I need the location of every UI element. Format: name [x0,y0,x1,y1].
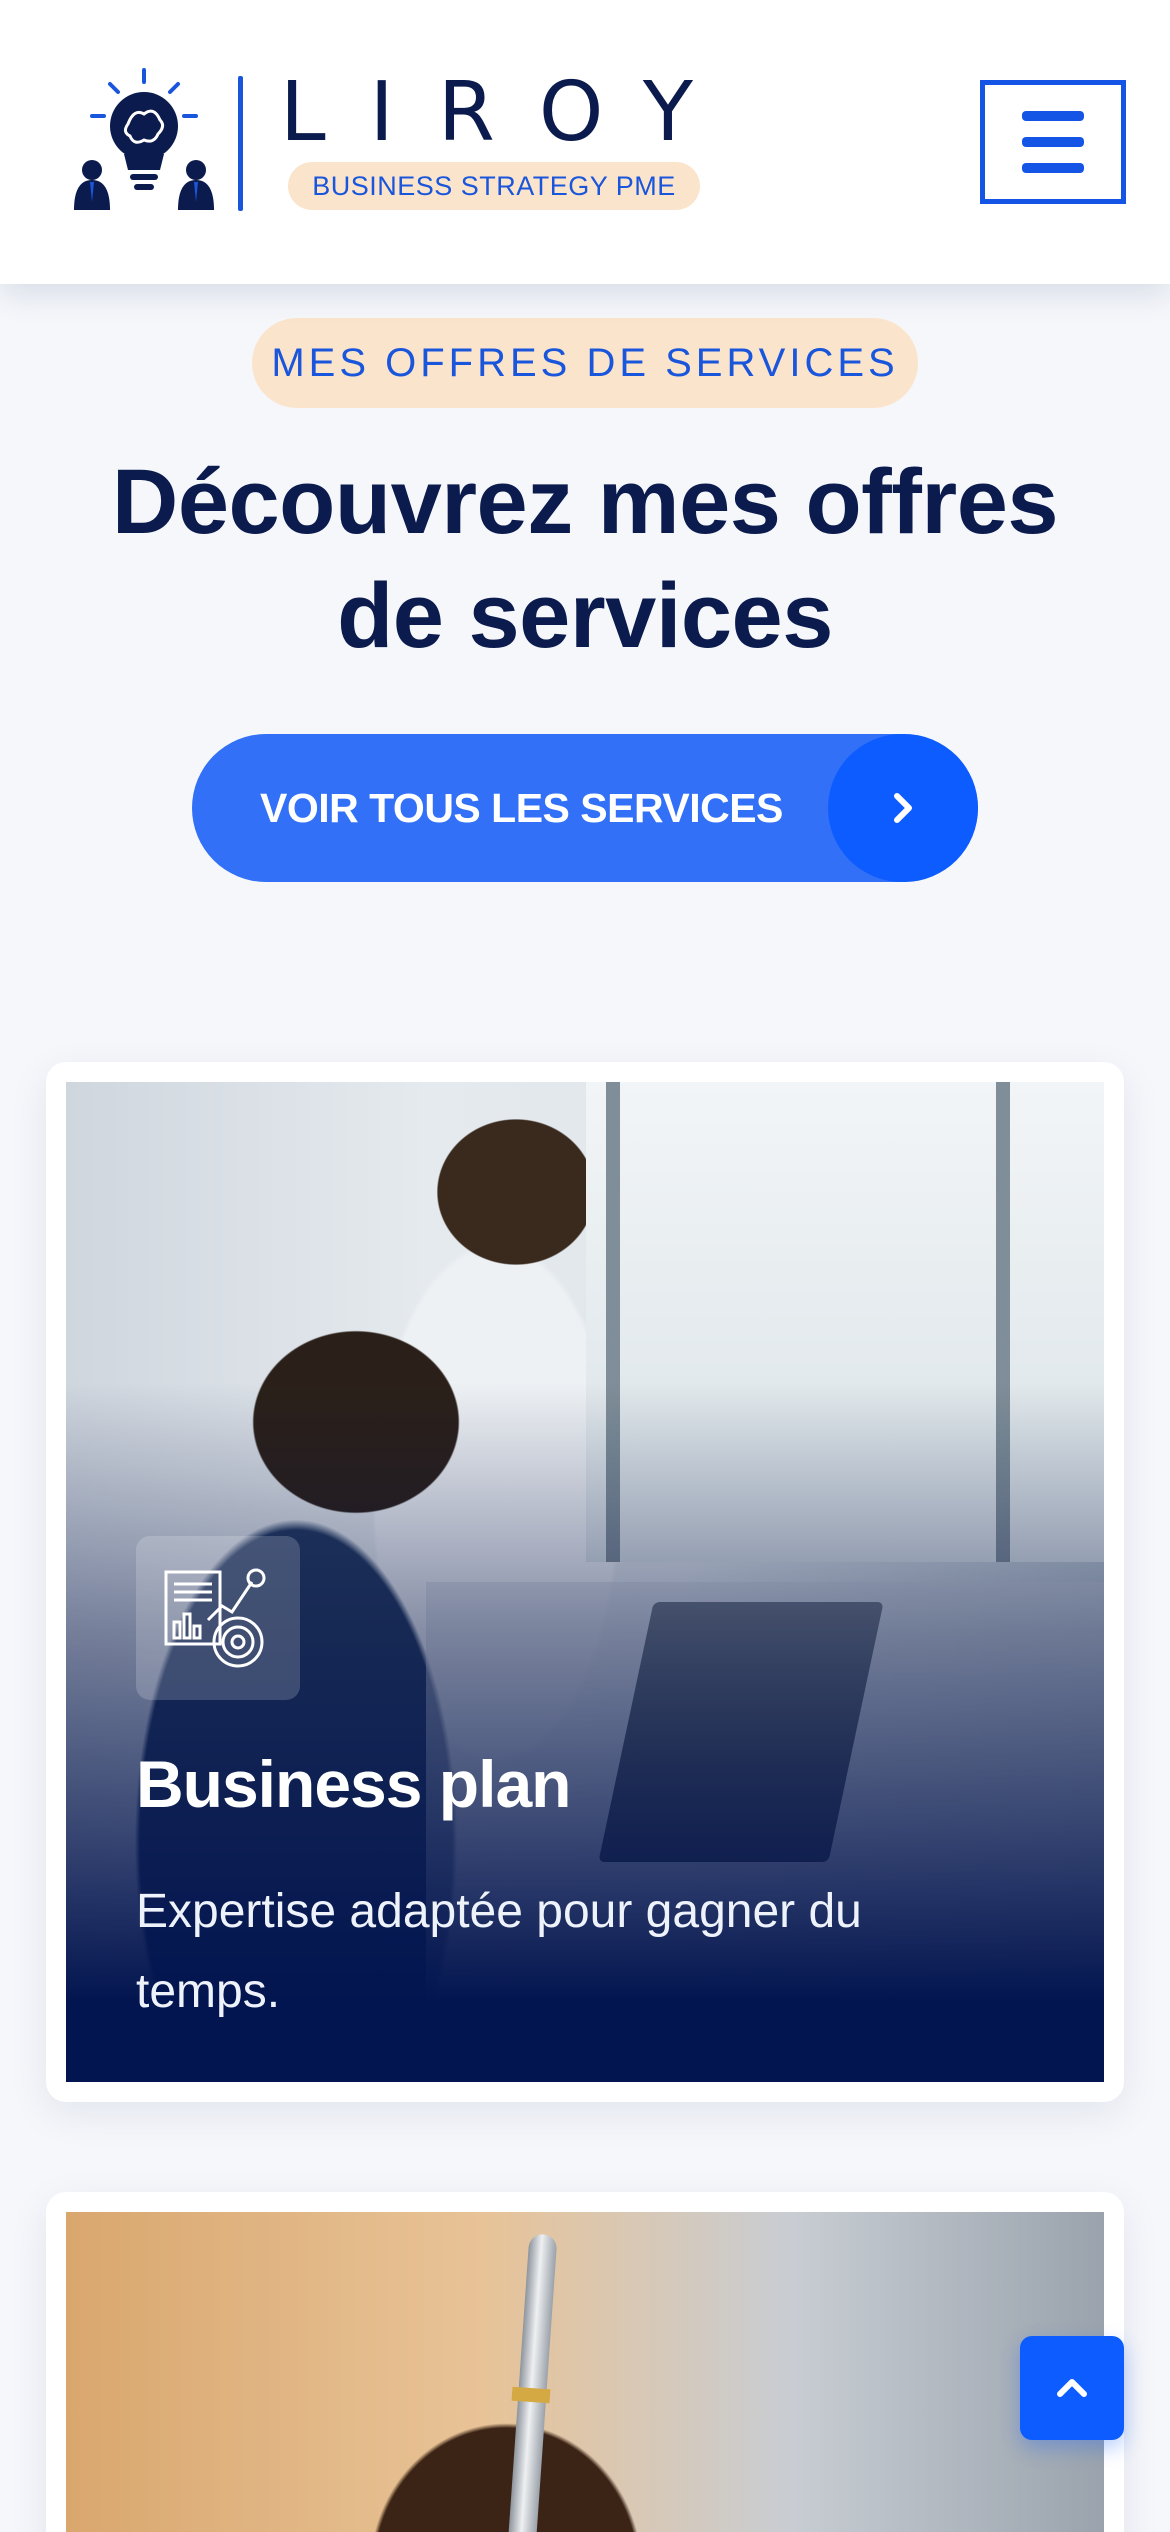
section-title-line-1: Découvrez mes offres [111,451,1059,553]
view-all-services-button[interactable]: VOIR TOUS LES SERVICES [192,734,978,882]
chevron-up-icon [1057,2379,1087,2397]
logo-divider [238,76,243,211]
hamburger-menu-icon [1022,137,1084,147]
pen-image [506,2233,558,2532]
brand-tagline: BUSINESS STRATEGY PME [288,162,700,210]
section-title: Découvrez mes offres de services [60,445,1110,673]
service-card-image [66,2212,1104,2532]
hamburger-menu-icon [1022,163,1084,173]
business-chart-icon [164,1568,266,1668]
view-all-services-label: VOIR TOUS LES SERVICES [260,785,783,831]
service-card-description: Expertise adaptée pour gagner du temps. [136,1885,862,2018]
lightbulb-brain-logo-icon [74,68,214,210]
hamburger-menu-icon [1022,111,1084,121]
brand-name: LIROY [280,65,737,160]
service-card-image: Business plan Expertise adaptée pour gag… [66,1082,1104,2082]
chevron-right-icon [894,793,912,823]
service-icon-box [136,1536,300,1700]
section-eyebrow-badge: MES OFFRES DE SERVICES [252,318,918,408]
scroll-to-top-button[interactable] [1020,2336,1124,2440]
brand-logo[interactable]: LIROY BUSINESS STRATEGY PME [72,68,712,218]
menu-button[interactable] [980,80,1126,204]
section-title-line-2: de services [337,565,833,667]
cta-arrow-circle [828,734,978,882]
site-header: LIROY BUSINESS STRATEGY PME [0,0,1170,284]
service-card-title: Business plan [136,1747,571,1821]
pen-signature-photo [66,2212,1104,2532]
service-card-second[interactable] [46,2192,1124,2532]
service-card-business-plan[interactable]: Business plan Expertise adaptée pour gag… [46,1062,1124,2102]
